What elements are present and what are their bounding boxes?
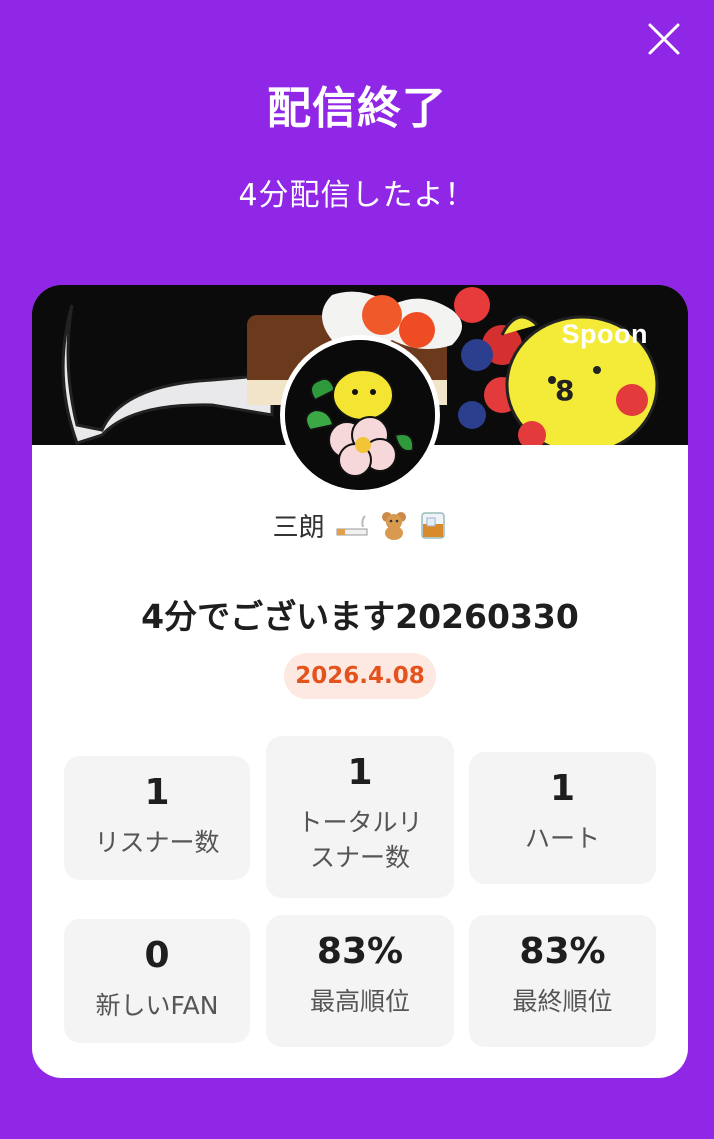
username-text: 三朗 bbox=[272, 513, 325, 543]
username: 三朗 bbox=[32, 507, 688, 547]
stat-value: 1 bbox=[549, 768, 576, 809]
stat-new-fans: 0 新しいFAN bbox=[64, 919, 250, 1043]
stat-value: 83% bbox=[316, 931, 404, 972]
stat-hearts: 1 ハート bbox=[469, 752, 656, 884]
svg-text:8: 8 bbox=[555, 374, 574, 407]
close-icon bbox=[648, 23, 680, 55]
stat-value: 83% bbox=[519, 931, 606, 972]
spoon-logo: Spoon bbox=[561, 319, 648, 349]
cigarette-icon bbox=[335, 512, 369, 545]
stat-label: ハート bbox=[524, 824, 600, 853]
broadcast-summary-card: 8 Spoon 三朗 4分でございます20260330 2026.4.08 1 … bbox=[32, 285, 688, 1078]
stat-value: 1 bbox=[144, 772, 170, 813]
stat-value: 1 bbox=[347, 752, 373, 793]
close-button[interactable] bbox=[647, 22, 681, 56]
stat-label: 最高順位 bbox=[309, 987, 410, 1016]
date-badge: 2026.4.08 bbox=[284, 653, 436, 699]
stat-label: トータルリスナー数 bbox=[297, 808, 423, 872]
stat-final-rank: 83% 最終順位 bbox=[469, 915, 656, 1047]
teddy-bear-icon bbox=[379, 510, 409, 547]
avatar[interactable] bbox=[280, 335, 440, 495]
whisky-glass-icon bbox=[419, 510, 447, 547]
page-subtitle: 4分配信したよ！ bbox=[238, 178, 476, 213]
stat-label: 最終順位 bbox=[512, 987, 613, 1016]
cast-title: 4分でございます20260330 bbox=[141, 597, 579, 636]
stat-label: 新しいFAN bbox=[95, 991, 219, 1020]
stat-value: 0 bbox=[144, 935, 170, 976]
stat-label: リスナー数 bbox=[94, 828, 220, 857]
page-title: 配信終了 bbox=[267, 83, 447, 134]
stat-total-listeners: 1 トータルリスナー数 bbox=[266, 736, 454, 898]
stat-highest-rank: 83% 最高順位 bbox=[266, 915, 454, 1047]
stat-listeners: 1 リスナー数 bbox=[64, 756, 250, 880]
avatar-image bbox=[285, 340, 435, 490]
